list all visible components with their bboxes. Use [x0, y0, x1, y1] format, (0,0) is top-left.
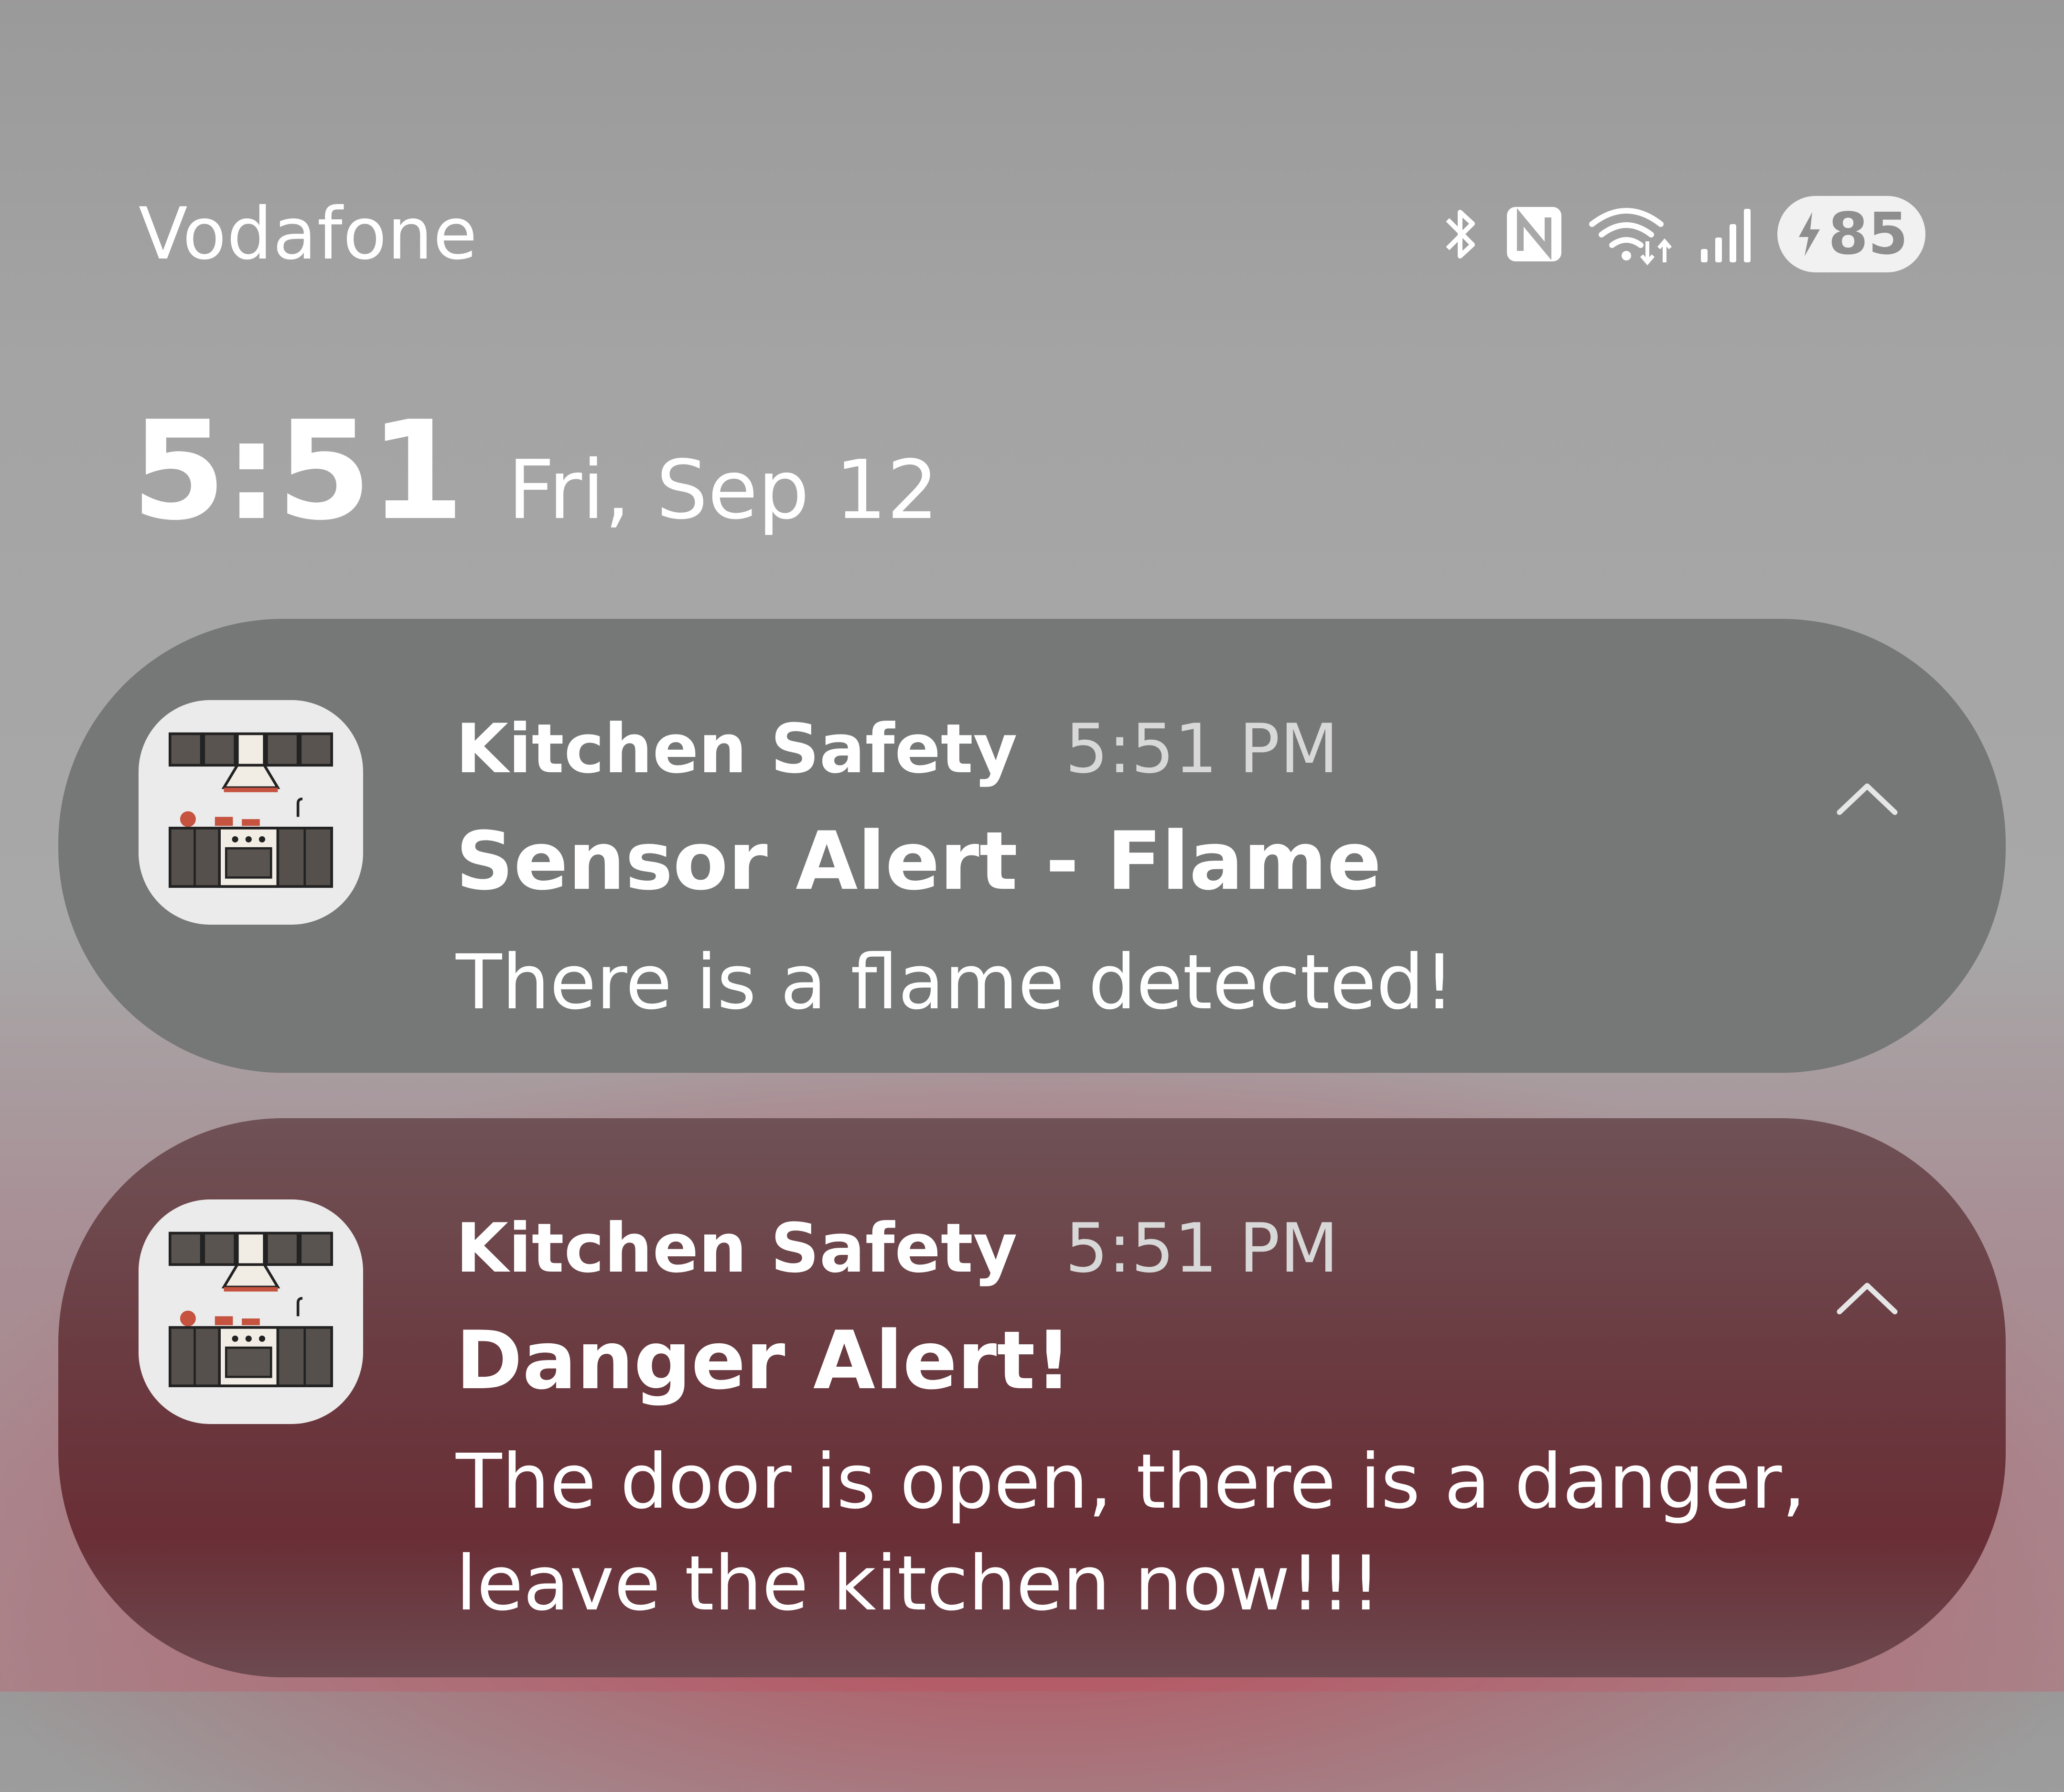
- lockscreen-clock: 5:51 Fri, Sep 12: [131, 392, 938, 551]
- battery-indicator: 85: [1777, 196, 1925, 272]
- kitchen-icon: [139, 700, 363, 925]
- notification-app-name: Kitchen Safety: [456, 1209, 1018, 1288]
- battery-level: 85: [1828, 201, 1908, 268]
- chevron-up-icon[interactable]: [1834, 777, 1901, 820]
- notification-body: There is a flame detected!: [456, 938, 1455, 1026]
- chevron-up-icon[interactable]: [1834, 1276, 1901, 1319]
- notification-content: Kitchen Safety 5:51 PM Sensor Alert - Fl…: [456, 710, 1834, 1034]
- carrier-label: Vodafone: [139, 193, 478, 276]
- notification-meta: Kitchen Safety 5:51 PM: [456, 710, 1834, 788]
- notification-meta: Kitchen Safety 5:51 PM: [456, 1209, 1834, 1288]
- notification-app-name: Kitchen Safety: [456, 710, 1018, 788]
- notification-title: Sensor Alert - Flame: [456, 814, 1382, 908]
- notification-time: 5:51 PM: [1065, 710, 1339, 788]
- status-bar: Vodafone 85: [139, 186, 1925, 282]
- clock-date: Fri, Sep 12: [507, 443, 939, 538]
- notification-title: Danger Alert!: [456, 1314, 1072, 1407]
- notification-card[interactable]: Kitchen Safety 5:51 PM Danger Alert! The…: [58, 1118, 2006, 1677]
- charging-icon: [1795, 210, 1824, 258]
- kitchen-icon: [139, 1199, 363, 1424]
- wifi-icon: [1588, 203, 1674, 265]
- notification-content: Kitchen Safety 5:51 PM Danger Alert! The…: [456, 1209, 1834, 1635]
- notification-body: The door is open, there is a danger, lea…: [456, 1437, 1806, 1628]
- cellular-signal-icon: [1697, 203, 1754, 265]
- status-icons: 85: [1442, 196, 1925, 272]
- nfc-icon: [1503, 203, 1565, 265]
- notification-time: 5:51 PM: [1065, 1209, 1339, 1288]
- notification-card[interactable]: Kitchen Safety 5:51 PM Sensor Alert - Fl…: [58, 619, 2006, 1073]
- clock-time: 5:51: [131, 392, 464, 551]
- bluetooth-icon: [1442, 201, 1480, 268]
